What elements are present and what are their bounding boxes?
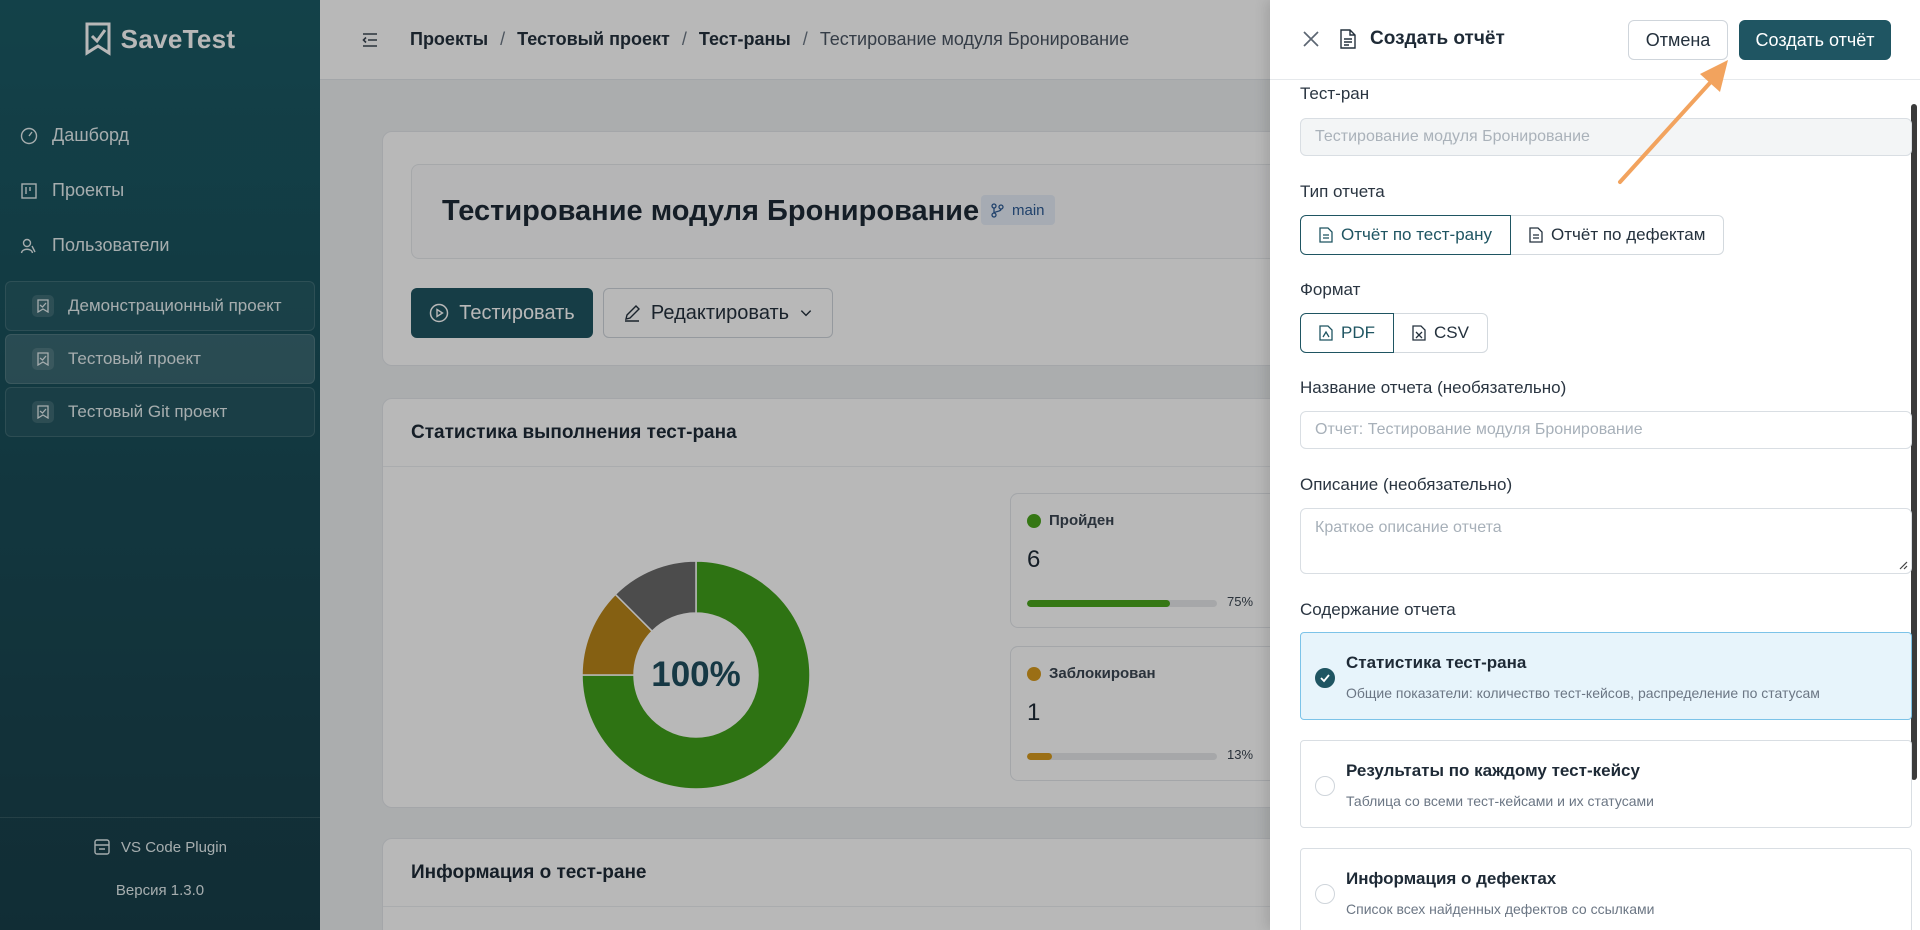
pdf-file-icon [1319,325,1333,341]
option-title: Результаты по каждому тест-кейсу [1346,761,1640,780]
option-description: Список всех найденных дефектов со ссылка… [1346,901,1655,917]
segment-label: CSV [1434,323,1469,342]
report-type-label: Тип отчета [1300,182,1385,201]
testrun-field-label: Тест-ран [1300,84,1370,103]
annotation-arrow-icon [1618,60,1728,184]
format-label: Формат [1300,280,1361,299]
segment-label: Отчёт по дефектам [1551,225,1706,244]
segment-label: PDF [1341,323,1375,342]
document-icon [1319,227,1333,243]
modal-backdrop[interactable] [0,0,1270,930]
format-pdf[interactable]: PDF [1300,313,1394,353]
content-option-results[interactable]: Результаты по каждому тест-кейсу Таблица… [1300,740,1912,828]
content-label: Содержание отчета [1300,600,1456,619]
report-type-defects[interactable]: Отчёт по дефектам [1511,215,1725,255]
segment-label: Отчёт по тест-рану [1341,225,1493,244]
document-icon [1340,29,1356,49]
option-title: Статистика тест-рана [1346,653,1527,672]
check-icon [1320,674,1330,683]
create-report-drawer: Создать отчёт Отмена Создать отчёт Тест-… [1270,0,1920,930]
drawer-title: Создать отчёт [1370,28,1505,49]
checkbox-unchecked[interactable] [1315,884,1335,904]
checkbox-unchecked[interactable] [1315,776,1335,796]
option-description: Общие показатели: количество тест-кейсов… [1346,685,1820,701]
description-label: Описание (необязательно) [1300,475,1513,494]
close-icon[interactable] [1302,30,1320,48]
option-title: Информация о дефектах [1346,869,1557,888]
resize-handle-icon[interactable] [1898,560,1908,570]
option-description: Таблица со всеми тест-кейсами и их стату… [1346,793,1654,809]
description-placeholder: Краткое описание отчета [1315,519,1502,536]
report-type-testrun[interactable]: Отчёт по тест-рану [1300,215,1512,255]
report-name-label: Название отчета (необязательно) [1300,378,1567,397]
document-icon [1529,227,1543,243]
create-report-button[interactable]: Создать отчёт [1739,20,1891,60]
drawer-header: Создать отчёт Отмена Создать отчёт [1270,0,1920,80]
format-csv[interactable]: CSV [1394,313,1488,353]
format-selector: PDF CSV [1300,313,1488,353]
report-type-selector: Отчёт по тест-рану Отчёт по дефектам [1300,215,1725,255]
description-textarea[interactable]: Краткое описание отчета [1300,508,1912,574]
csv-file-icon [1412,325,1426,341]
content-option-stats[interactable]: Статистика тест-рана Общие показатели: к… [1300,632,1912,720]
report-name-input[interactable]: Отчет: Тестирование модуля Бронирование [1300,411,1912,449]
checkbox-checked[interactable] [1315,668,1335,688]
content-option-defects[interactable]: Информация о дефектах Список всех найден… [1300,848,1912,930]
